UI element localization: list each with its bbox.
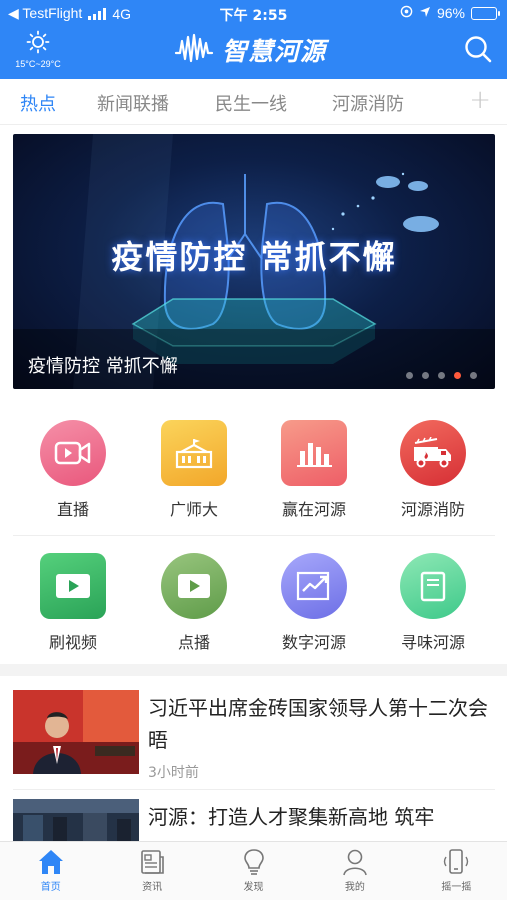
grid-label: 赢在河源 [281, 500, 346, 519]
orientation-lock-icon [400, 5, 413, 21]
carousel-dot[interactable] [422, 372, 429, 379]
news-thumbnail [13, 690, 139, 774]
bottom-navigation: 首页 资讯 发现 我的 摇一摇 [0, 841, 507, 900]
news-icon [137, 848, 167, 876]
carousel-dot-active[interactable] [454, 372, 461, 379]
nav-mine[interactable]: 我的 [304, 842, 405, 900]
bulb-icon [239, 848, 269, 876]
video-camera-icon [40, 420, 106, 486]
grid-label: 直播 [56, 500, 89, 519]
weather-widget[interactable]: 15°C~29°C [8, 30, 68, 69]
play-icon [40, 553, 106, 619]
channel-tabs: 热点 新闻联播 民生一线 河源消防 + [0, 79, 507, 125]
grid-label: 点播 [177, 633, 210, 652]
nav-label: 首页 [40, 882, 61, 893]
battery-percent: 96% [436, 5, 465, 21]
sun-icon [26, 30, 50, 58]
carousel-dot[interactable] [470, 372, 477, 379]
hero-banner[interactable]: 疫情防控 常抓不懈 疫情防控 常抓不懈 [13, 134, 495, 389]
banner-headline: 疫情防控 常抓不懈 [111, 238, 397, 276]
news-divider [13, 789, 495, 790]
carousel-indicator [406, 372, 477, 379]
grid-label: 数字河源 [281, 633, 346, 652]
grid-item-short-video[interactable]: 刷视频 [18, 553, 128, 653]
grid-item-normal-univ[interactable]: 广师大 [139, 420, 249, 520]
tab-fire-service[interactable]: 河源消防 [332, 90, 404, 116]
grid-label: 河源消防 [400, 500, 465, 519]
temperature-range: 15°C~29°C [15, 59, 61, 69]
bar-chart-icon [281, 420, 347, 486]
status-bar: ◀ TestFlight 4G 下午 2:55 96% [0, 0, 507, 27]
news-item[interactable]: 河源：打造人才聚集新高地 筑牢 [0, 799, 507, 841]
nav-discover[interactable]: 发现 [203, 842, 304, 900]
phone-shake-icon [441, 848, 471, 876]
play-icon [161, 553, 227, 619]
grid-item-fire-service[interactable]: 河源消防 [378, 420, 488, 520]
tab-hot[interactable]: 热点 [20, 90, 56, 116]
search-icon[interactable] [463, 34, 493, 64]
news-title: 河源：打造人才聚集新高地 筑牢 [148, 805, 435, 829]
tab-news-broadcast[interactable]: 新闻联播 [97, 90, 169, 116]
app-header: ◀ TestFlight 4G 下午 2:55 96% 15°C~29°C 智慧… [0, 0, 507, 79]
app-logo: 智慧河源 [174, 30, 326, 70]
nav-label: 我的 [344, 882, 365, 893]
grid-item-heyuan-food[interactable]: 寻味河源 [378, 553, 488, 653]
grid-item-live[interactable]: 直播 [18, 420, 128, 520]
carousel-dot[interactable] [438, 372, 445, 379]
add-channel-button[interactable]: + [469, 85, 491, 115]
carousel-dot[interactable] [406, 372, 413, 379]
grid-label: 刷视频 [48, 633, 97, 652]
nav-shake[interactable]: 摇一摇 [406, 842, 507, 900]
user-icon [340, 848, 370, 876]
book-icon [400, 553, 466, 619]
nav-label: 摇一摇 [441, 882, 472, 893]
tab-livelihood[interactable]: 民生一线 [215, 90, 287, 116]
building-icon [161, 420, 227, 486]
trend-chart-icon [281, 553, 347, 619]
grid-divider [13, 535, 495, 536]
nav-home[interactable]: 首页 [0, 842, 101, 900]
news-title: 习近平出席金砖国家领导人第十二次会晤 [148, 696, 488, 752]
section-separator [0, 664, 507, 676]
nav-news[interactable]: 资讯 [101, 842, 202, 900]
location-icon [419, 5, 431, 21]
home-icon [36, 848, 66, 876]
news-thumbnail [13, 799, 139, 841]
nav-label: 资讯 [142, 882, 163, 893]
fire-truck-icon [400, 420, 466, 486]
app-title: 智慧河源 [222, 37, 327, 66]
news-time: 3小时前 [148, 765, 199, 781]
grid-label: 广师大 [169, 500, 218, 519]
news-item[interactable]: 习近平出席金砖国家领导人第十二次会晤 3小时前 [0, 690, 507, 781]
grid-item-win-heyuan[interactable]: 赢在河源 [259, 420, 369, 520]
grid-item-digital-heyuan[interactable]: 数字河源 [259, 553, 369, 653]
logo-mark-icon [174, 31, 214, 69]
nav-label: 发现 [243, 882, 264, 893]
grid-label: 寻味河源 [400, 633, 465, 652]
battery-icon [471, 6, 500, 20]
grid-item-on-demand[interactable]: 点播 [139, 553, 249, 653]
banner-caption: 疫情防控 常抓不懈 [28, 356, 178, 377]
